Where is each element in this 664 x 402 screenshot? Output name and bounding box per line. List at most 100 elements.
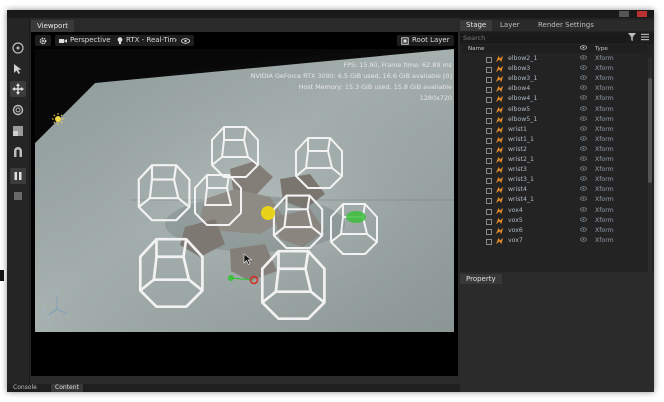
expand-toggle-icon[interactable] — [486, 198, 492, 205]
stage-tree-row[interactable]: wrist2_1 Xform — [462, 155, 647, 165]
renderer-button[interactable]: RTX - Real-Time — [113, 35, 185, 46]
expand-toggle-icon[interactable] — [486, 188, 492, 195]
eye-icon[interactable] — [177, 35, 194, 46]
green-axis-handle[interactable] — [228, 275, 234, 281]
visibility-eye-icon[interactable] — [580, 175, 587, 185]
camera-label: Perspective — [70, 36, 111, 44]
stage-tree-row[interactable]: wrist2 Xform — [462, 145, 647, 155]
stage-tree-row[interactable]: vox4 Xform — [462, 206, 647, 216]
menu-icon[interactable] — [641, 33, 649, 43]
expand-toggle-icon[interactable] — [486, 57, 492, 63]
close-icon[interactable] — [637, 11, 647, 17]
green-gizmo-handle[interactable] — [346, 211, 366, 223]
minimize-icon[interactable] — [619, 11, 629, 17]
expand-toggle-icon[interactable] — [486, 87, 492, 94]
xform-icon — [495, 146, 504, 154]
visibility-eye-icon[interactable] — [580, 135, 587, 145]
expand-toggle-icon[interactable] — [486, 97, 492, 104]
stage-tree-row[interactable]: elbow5 Xform — [462, 105, 647, 115]
prim-name: elbow4 — [508, 85, 531, 93]
visibility-eye-icon[interactable] — [580, 74, 587, 84]
expand-toggle-icon[interactable] — [486, 107, 492, 114]
stage-tree-row[interactable]: wrist3_1 Xform — [462, 175, 647, 185]
rotate-icon[interactable] — [10, 102, 26, 118]
expand-toggle-icon[interactable] — [486, 137, 492, 144]
prim-type: Xform — [595, 125, 614, 133]
expand-toggle-icon[interactable] — [486, 228, 492, 235]
visibility-eye-icon[interactable] — [580, 84, 587, 94]
column-type-header[interactable]: Type — [595, 45, 608, 53]
tab-stage[interactable]: Stage — [460, 20, 493, 31]
xform-icon — [495, 126, 504, 134]
expand-toggle-icon[interactable] — [486, 127, 492, 134]
stop-icon[interactable] — [10, 188, 26, 204]
expand-toggle-icon[interactable] — [486, 158, 492, 164]
axis-y-label: Y — [54, 290, 59, 297]
tab-property[interactable]: Property — [460, 274, 502, 284]
visibility-eye-icon[interactable] — [580, 195, 587, 205]
stage-tree-row[interactable]: elbow3_1 Xform — [462, 74, 647, 84]
stage-tree-row[interactable]: wrist1_1 Xform — [462, 135, 647, 145]
root-layer-button[interactable]: Root Layer — [397, 35, 454, 46]
stage-tree-row[interactable]: wrist4_1 Xform — [462, 195, 647, 205]
filter-icon[interactable] — [628, 33, 636, 43]
xform-icon — [495, 227, 504, 235]
expand-toggle-icon[interactable] — [486, 77, 492, 84]
snap-magnet-icon[interactable] — [10, 144, 26, 160]
tab-layer[interactable]: Layer — [494, 20, 526, 31]
move-icon[interactable] — [10, 81, 26, 97]
stage-tree-row[interactable]: vox7 Xform — [462, 236, 647, 246]
visibility-eye-icon[interactable] — [580, 145, 587, 155]
visibility-eye-icon[interactable] — [580, 54, 587, 64]
stage-tree-row[interactable]: elbow4 Xform — [462, 84, 647, 94]
viewport-tab-bar: Viewport — [31, 20, 458, 32]
stage-tree-row[interactable]: elbow4_1 Xform — [462, 94, 647, 104]
visibility-eye-icon[interactable] — [580, 206, 587, 216]
visibility-eye-icon[interactable] — [580, 236, 587, 246]
expand-toggle-icon[interactable] — [486, 67, 492, 74]
search-input[interactable] — [460, 33, 628, 43]
visibility-eye-icon[interactable] — [580, 185, 587, 195]
orbit-icon[interactable] — [10, 40, 26, 56]
stage-tree-row[interactable]: vox6 Xform — [462, 226, 647, 236]
stage-tree-row[interactable]: vox5 Xform — [462, 216, 647, 226]
column-name-header[interactable]: Name — [468, 45, 485, 53]
stage-tree-row[interactable]: elbow3 Xform — [462, 64, 647, 74]
select-arrow-icon[interactable] — [10, 61, 26, 77]
tab-console[interactable]: Console — [9, 384, 41, 392]
stage-tree-row[interactable]: elbow5_1 Xform — [462, 115, 647, 125]
stage-tree-row[interactable]: wrist1 Xform — [462, 125, 647, 135]
expand-toggle-icon[interactable] — [486, 218, 492, 225]
tab-render-settings[interactable]: Render Settings — [532, 20, 600, 31]
tab-viewport[interactable]: Viewport — [31, 20, 74, 32]
stage-tree-row[interactable]: wrist4 Xform — [462, 185, 647, 195]
scrollbar-thumb[interactable] — [648, 78, 652, 183]
stage-scrollbar[interactable] — [648, 58, 652, 273]
expand-toggle-icon[interactable] — [486, 208, 492, 215]
visibility-eye-icon[interactable] — [580, 155, 587, 165]
visibility-eye-icon[interactable] — [580, 125, 587, 135]
yellow-gizmo-handle[interactable] — [261, 206, 275, 220]
gear-icon[interactable] — [35, 35, 51, 46]
scale-icon[interactable] — [10, 123, 26, 139]
stage-tree-row[interactable]: elbow2_1 Xform — [462, 54, 647, 64]
prim-type: Xform — [595, 226, 614, 234]
stage-tree-row[interactable]: wrist3 Xform — [462, 165, 647, 175]
visibility-eye-icon[interactable] — [580, 226, 587, 236]
eye-column-icon[interactable] — [580, 45, 587, 53]
expand-toggle-icon[interactable] — [486, 178, 492, 185]
camera-button[interactable]: Perspective — [55, 35, 115, 46]
visibility-eye-icon[interactable] — [580, 115, 587, 125]
visibility-eye-icon[interactable] — [580, 94, 587, 104]
expand-toggle-icon[interactable] — [486, 168, 492, 175]
expand-toggle-icon[interactable] — [486, 238, 492, 245]
visibility-eye-icon[interactable] — [580, 105, 587, 115]
expand-toggle-icon[interactable] — [486, 147, 492, 154]
visibility-eye-icon[interactable] — [580, 165, 587, 175]
visibility-eye-icon[interactable] — [580, 216, 587, 226]
expand-toggle-icon[interactable] — [486, 117, 492, 124]
prim-name: elbow2_1 — [508, 55, 538, 62]
visibility-eye-icon[interactable] — [580, 64, 587, 74]
tab-content[interactable]: Content — [51, 384, 83, 392]
pause-icon[interactable] — [10, 168, 26, 184]
